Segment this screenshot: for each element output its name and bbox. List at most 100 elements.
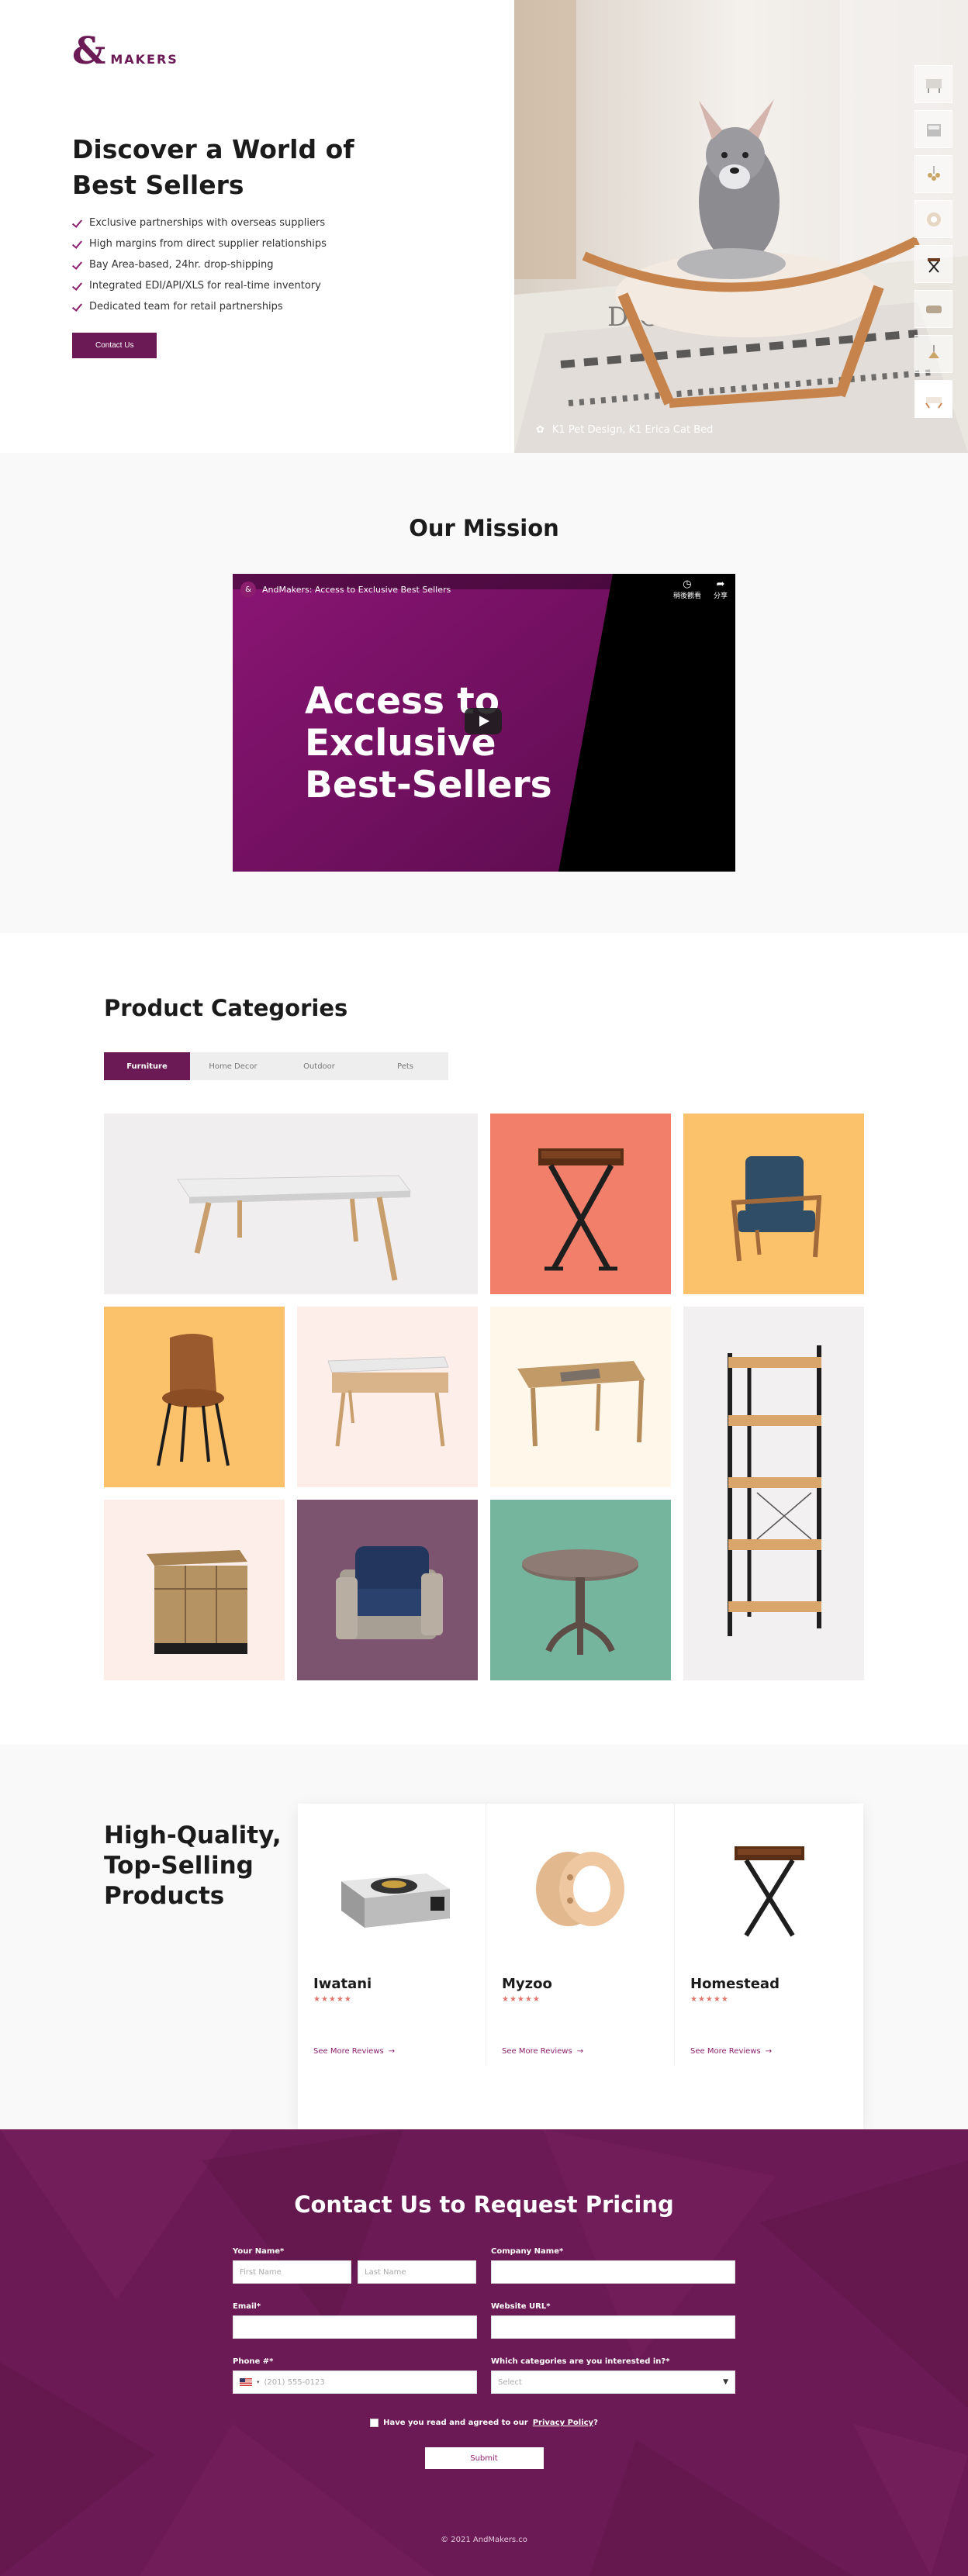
chevron-down-icon: ▾	[257, 2379, 260, 2385]
contact-form-container: Contact Us to Request Pricing Your Name*…	[233, 2191, 735, 2544]
product-card[interactable]: Iwatani ★★★★★ See More Reviews →	[298, 1804, 486, 2066]
arrow-right-icon: →	[576, 2047, 584, 2056]
tab-pets[interactable]: Pets	[362, 1052, 448, 1080]
product-tile-desk[interactable]	[297, 1307, 478, 1487]
arrow-right-icon: →	[765, 2047, 773, 2056]
link-text: See More Reviews	[313, 2047, 384, 2056]
see-more-reviews-link[interactable]: See More Reviews →	[313, 2047, 470, 2056]
categories-section: Product Categories Furniture Home Decor …	[0, 933, 968, 1745]
agree-end: ?	[593, 2419, 598, 2427]
bullet-text: Integrated EDI/API/XLS for real-time inv…	[89, 280, 321, 292]
phone-input[interactable]: ▾ (201) 555-0123	[233, 2371, 477, 2394]
product-tile-leather-chair[interactable]	[104, 1307, 285, 1487]
headline-line: Exclusive	[305, 722, 496, 765]
bullet-item: Exclusive partnerships with overseas sup…	[72, 212, 514, 233]
your-name-label: Your Name*	[233, 2247, 285, 2256]
category-tabs: Furniture Home Decor Outdoor Pets	[104, 1052, 448, 1080]
privacy-policy-link[interactable]: Privacy Policy	[533, 2419, 593, 2427]
product-tile-coffee-table[interactable]	[104, 1114, 478, 1294]
product-tile-dining-table[interactable]	[490, 1307, 671, 1487]
see-more-reviews-link[interactable]: See More Reviews →	[690, 2047, 848, 2056]
product-card[interactable]: Homestead ★★★★★ See More Reviews →	[675, 1804, 863, 2066]
channel-avatar[interactable]: &	[240, 582, 256, 597]
share-label: 分享	[713, 592, 728, 600]
contact-title: Contact Us to Request Pricing	[294, 2191, 674, 2218]
arrow-right-icon: →	[388, 2047, 396, 2056]
cat-bed-image	[536, 1852, 624, 1926]
bullet-text: High margins from direct supplier relati…	[89, 238, 327, 250]
product-tile-cabinet[interactable]	[104, 1500, 285, 1680]
contact-form: Your Name* First Name Last Name Company …	[233, 2247, 735, 2394]
video-actions: ◷ 稍後觀看 ➦ 分享	[673, 578, 728, 600]
privacy-checkbox[interactable]	[370, 2419, 379, 2427]
us-flag-icon[interactable]	[240, 2378, 252, 2386]
contact-us-button[interactable]: Contact Us	[72, 333, 157, 358]
product-tile-tray-table[interactable]	[490, 1114, 671, 1294]
video-title[interactable]: AndMakers: Access to Exclusive Best Sell…	[262, 585, 451, 595]
product-tile-wicker-chair[interactable]	[297, 1500, 478, 1680]
last-name-input[interactable]: Last Name	[358, 2260, 476, 2284]
video-top-bar: & AndMakers: Access to Exclusive Best Se…	[233, 574, 735, 605]
tray-table-image	[734, 1846, 804, 1937]
gallery-thumbnail[interactable]	[914, 290, 952, 328]
product-tile-bookshelf[interactable]	[683, 1307, 864, 1680]
tab-outdoor[interactable]: Outdoor	[276, 1052, 362, 1080]
gallery-thumbnail[interactable]	[914, 155, 952, 193]
gallery-thumbnail[interactable]	[914, 245, 952, 283]
rating-stars: ★★★★★	[502, 1995, 541, 2004]
paw-icon: ✿	[536, 424, 544, 436]
categories-select[interactable]: Select ▼	[491, 2371, 735, 2394]
name-field-group: Your Name* First Name Last Name	[233, 2247, 477, 2284]
email-label: Email*	[233, 2302, 261, 2311]
watch-later-button[interactable]: ◷ 稍後觀看	[673, 578, 701, 600]
tab-home-decor[interactable]: Home Decor	[190, 1052, 276, 1080]
logo-wordmark: MAKERS	[110, 52, 178, 67]
tab-furniture[interactable]: Furniture	[104, 1052, 190, 1080]
bullet-item: Integrated EDI/API/XLS for real-time inv…	[72, 275, 514, 296]
bullet-text: Dedicated team for retail partnerships	[89, 301, 283, 313]
tray-table-image	[538, 1148, 624, 1271]
gallery-thumbnail[interactable]	[914, 65, 952, 103]
email-input[interactable]	[233, 2315, 477, 2339]
logo[interactable]: & MAKERS	[72, 33, 514, 70]
check-icon	[72, 219, 81, 228]
hero-bullets: Exclusive partnerships with overseas sup…	[72, 212, 514, 317]
watch-later-label: 稍後觀看	[672, 592, 701, 600]
rating-stars: ★★★★★	[690, 1995, 729, 2004]
website-input[interactable]	[491, 2315, 735, 2339]
check-icon	[72, 240, 81, 249]
bullet-item: High margins from direct supplier relati…	[72, 233, 514, 254]
see-more-reviews-link[interactable]: See More Reviews →	[502, 2047, 659, 2056]
gallery-thumbnail[interactable]	[914, 110, 952, 148]
gallery-thumbnail-active[interactable]	[914, 380, 952, 418]
clock-icon: ◷	[683, 578, 692, 590]
contact-section: Contact Us to Request Pricing Your Name*…	[0, 2129, 968, 2576]
rating-stars: ★★★★★	[313, 1995, 352, 2004]
phone-placeholder: (201) 555-0123	[264, 2377, 325, 2387]
bullet-text: Exclusive partnerships with overseas sup…	[89, 217, 326, 229]
desk-image	[327, 1356, 449, 1447]
product-tile-armchair[interactable]	[683, 1114, 864, 1294]
product-tile-round-table[interactable]	[490, 1500, 671, 1680]
categories-label: Which categories are you interested in?*	[491, 2357, 670, 2366]
first-name-input[interactable]: First Name	[233, 2260, 351, 2284]
submit-button[interactable]: Submit	[424, 2447, 544, 2469]
gallery-thumbnails	[914, 65, 952, 418]
video-player[interactable]: & AndMakers: Access to Exclusive Best Se…	[233, 574, 735, 872]
bullet-item: Bay Area-based, 24hr. drop-shipping	[72, 254, 514, 275]
cabinet-image	[147, 1550, 247, 1654]
chevron-down-icon: ▼	[723, 2378, 728, 2386]
link-text: See More Reviews	[690, 2047, 761, 2056]
share-button[interactable]: ➦ 分享	[714, 578, 728, 600]
gallery-thumbnail[interactable]	[914, 335, 952, 373]
product-image	[313, 1819, 470, 1959]
company-input[interactable]	[491, 2260, 735, 2284]
video-headline: Access to Exclusive Best-Sellers	[305, 681, 552, 806]
product-cards: Iwatani ★★★★★ See More Reviews → Myzoo ★★…	[298, 1804, 863, 2129]
play-button[interactable]	[465, 708, 502, 734]
phone-field-group: Phone #* ▾ (201) 555-0123	[233, 2357, 477, 2394]
select-placeholder: Select	[498, 2377, 522, 2387]
bullet-text: Bay Area-based, 24hr. drop-shipping	[89, 259, 274, 271]
gallery-thumbnail[interactable]	[914, 200, 952, 238]
product-card[interactable]: Myzoo ★★★★★ See More Reviews →	[486, 1804, 675, 2066]
